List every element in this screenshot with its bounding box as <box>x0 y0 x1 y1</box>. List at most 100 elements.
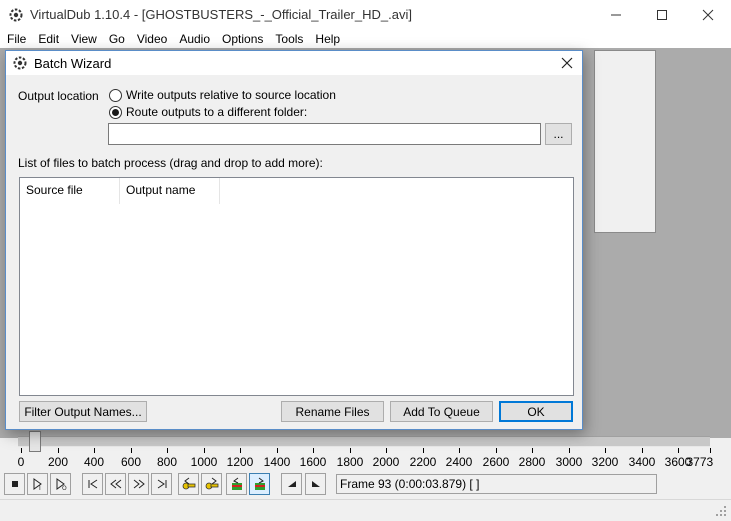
timeline-tick-label: 400 <box>83 455 105 469</box>
timeline-tick-label: 2200 <box>409 455 437 469</box>
virtualdub-app-icon[interactable] <box>8 7 24 23</box>
radio-relative-row[interactable]: Write outputs relative to source locatio… <box>109 88 336 102</box>
radio-route-row[interactable]: Route outputs to a different folder: <box>109 105 307 119</box>
timeline-tick-label: 1600 <box>299 455 327 469</box>
go-start-button[interactable] <box>82 473 103 495</box>
mark-out-icon <box>311 481 320 487</box>
timeline-tick-label: 1000 <box>190 455 218 469</box>
next-keyframe-icon <box>205 477 218 490</box>
timeline-tick-label: 200 <box>47 455 69 469</box>
radio-relative[interactable] <box>109 88 122 102</box>
radio-route-label: Route outputs to a different folder: <box>126 105 308 119</box>
column-output-name[interactable]: Output name <box>120 178 220 204</box>
mark-in-button[interactable] <box>281 473 302 495</box>
next-frame-icon <box>133 479 145 489</box>
files-list-label: List of files to batch process (drag and… <box>18 156 323 170</box>
ok-button[interactable]: OK <box>499 401 573 422</box>
close-icon <box>561 57 573 69</box>
browse-button[interactable]: ... <box>545 123 572 145</box>
batch-files-list[interactable]: Source file Output name <box>19 177 574 396</box>
mark-out-button[interactable] <box>305 473 326 495</box>
next-frame-button[interactable] <box>128 473 149 495</box>
timeline-tick <box>58 448 59 453</box>
scene-forward-button[interactable] <box>249 473 270 495</box>
prev-frame-icon <box>109 479 121 489</box>
output-preview-pane <box>594 50 656 233</box>
timeline-tick <box>642 448 643 453</box>
maximize-button[interactable] <box>639 0 685 29</box>
timeline-tick <box>423 448 424 453</box>
play-input-icon: I <box>33 478 42 491</box>
menu-edit[interactable]: Edit <box>32 32 65 46</box>
timeline-tick <box>496 448 497 453</box>
next-keyframe-button[interactable] <box>201 473 222 495</box>
menu-file[interactable]: File <box>0 32 32 46</box>
minimize-button[interactable] <box>593 0 639 29</box>
rename-files-button[interactable]: Rename Files <box>281 401 384 422</box>
prev-keyframe-button[interactable] <box>178 473 199 495</box>
menu-go[interactable]: Go <box>103 32 131 46</box>
timeline-tick-label: 3400 <box>628 455 656 469</box>
menu-video[interactable]: Video <box>131 32 173 46</box>
batch-wizard-gear-icon <box>12 55 28 71</box>
play-input-button[interactable]: I <box>27 473 48 495</box>
dialog-titlebar[interactable]: Batch Wizard <box>6 51 582 75</box>
timeline-tick-label: 2000 <box>372 455 400 469</box>
timeline-tick <box>204 448 205 453</box>
timeline-tick <box>386 448 387 453</box>
timeline-tick <box>605 448 606 453</box>
go-end-button[interactable] <box>151 473 172 495</box>
menu-view[interactable]: View <box>65 32 103 46</box>
batch-wizard-dialog: Batch Wizard Output location Write outpu… <box>5 50 583 430</box>
app-titlebar: VirtualDub 1.10.4 - [GHOSTBUSTERS_-_Offi… <box>0 0 731 29</box>
menu-options[interactable]: Options <box>216 32 269 46</box>
output-folder-input[interactable] <box>108 123 541 145</box>
timeline-tick <box>131 448 132 453</box>
minimize-icon <box>611 14 621 15</box>
timeline-tick <box>532 448 533 453</box>
prev-frame-button[interactable] <box>105 473 126 495</box>
filter-output-names-button[interactable]: Filter Output Names... <box>19 401 147 422</box>
app-title: VirtualDub 1.10.4 - [GHOSTBUSTERS_-_Offi… <box>30 7 412 22</box>
timeline-tick <box>240 448 241 453</box>
timeline-tick <box>350 448 351 453</box>
timeline-tick <box>21 448 22 453</box>
maximize-icon <box>657 9 667 20</box>
timeline-tick-label: 600 <box>120 455 142 469</box>
prev-keyframe-icon <box>182 477 195 490</box>
resize-grip-icon[interactable] <box>715 505 727 517</box>
timeline-tick <box>313 448 314 453</box>
timeline-track[interactable] <box>18 436 710 447</box>
timeline-tick-label: 3000 <box>555 455 583 469</box>
scene-back-icon <box>231 477 242 490</box>
window-controls <box>593 0 731 29</box>
radio-route[interactable] <box>109 105 122 119</box>
output-location-label: Output location <box>18 89 99 103</box>
go-start-icon <box>88 479 97 489</box>
play-output-button[interactable]: O <box>50 473 71 495</box>
timeline-tick-label: 0 <box>17 455 25 469</box>
go-end-icon <box>157 479 166 489</box>
timeline-tick-label: 2600 <box>482 455 510 469</box>
menu-help[interactable]: Help <box>309 32 346 46</box>
stop-button[interactable] <box>4 473 25 495</box>
scene-back-button[interactable] <box>226 473 247 495</box>
timeline-tick-label: 1400 <box>263 455 291 469</box>
add-to-queue-button[interactable]: Add To Queue <box>390 401 493 422</box>
timeline-tick <box>459 448 460 453</box>
column-source-file[interactable]: Source file <box>20 178 120 204</box>
menu-tools[interactable]: Tools <box>269 32 309 46</box>
menubar: File Edit View Go Video Audio Options To… <box>0 29 731 48</box>
timeline-tick <box>710 448 711 453</box>
timeline-tick-label: 800 <box>156 455 178 469</box>
play-output-icon: O <box>56 478 67 491</box>
dialog-title: Batch Wizard <box>34 55 112 71</box>
timeline-slider-thumb[interactable] <box>29 431 41 452</box>
timeline-tick-label: 2800 <box>518 455 546 469</box>
timeline-tick <box>167 448 168 453</box>
close-button[interactable] <box>685 0 731 29</box>
timeline-tick-label: 1800 <box>336 455 364 469</box>
menu-audio[interactable]: Audio <box>173 32 216 46</box>
dialog-close-button[interactable] <box>554 51 580 75</box>
timeline-tick-label: 3200 <box>591 455 619 469</box>
